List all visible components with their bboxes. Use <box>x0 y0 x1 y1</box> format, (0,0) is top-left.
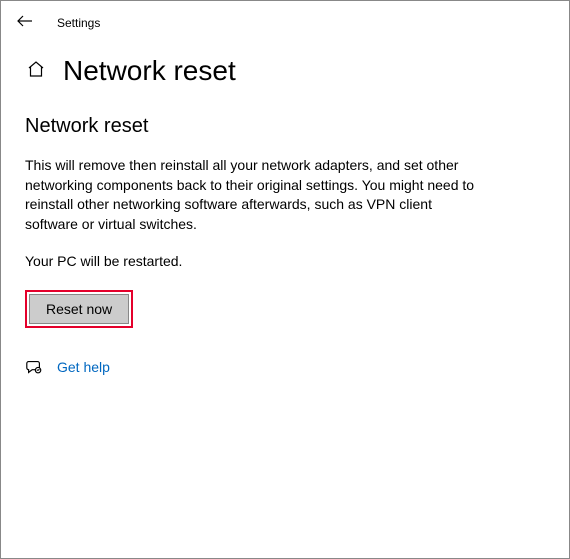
help-chat-icon <box>25 358 43 376</box>
description-text: This will remove then reinstall all your… <box>25 156 477 234</box>
page-header: Network reset <box>1 41 569 97</box>
get-help-link[interactable]: Get help <box>57 359 110 375</box>
reset-highlight: Reset now <box>25 290 133 328</box>
page-title: Network reset <box>63 55 236 87</box>
content-area: Network reset This will remove then rein… <box>1 97 501 394</box>
home-button[interactable] <box>25 60 47 82</box>
titlebar: Settings <box>1 1 569 41</box>
home-icon <box>26 59 46 84</box>
app-title: Settings <box>57 16 100 30</box>
restart-note: Your PC will be restarted. <box>25 252 477 272</box>
back-button[interactable] <box>11 9 39 37</box>
section-title: Network reset <box>25 115 477 138</box>
reset-now-button[interactable]: Reset now <box>29 294 129 324</box>
help-row: Get help <box>25 358 477 376</box>
arrow-left-icon <box>17 13 33 34</box>
